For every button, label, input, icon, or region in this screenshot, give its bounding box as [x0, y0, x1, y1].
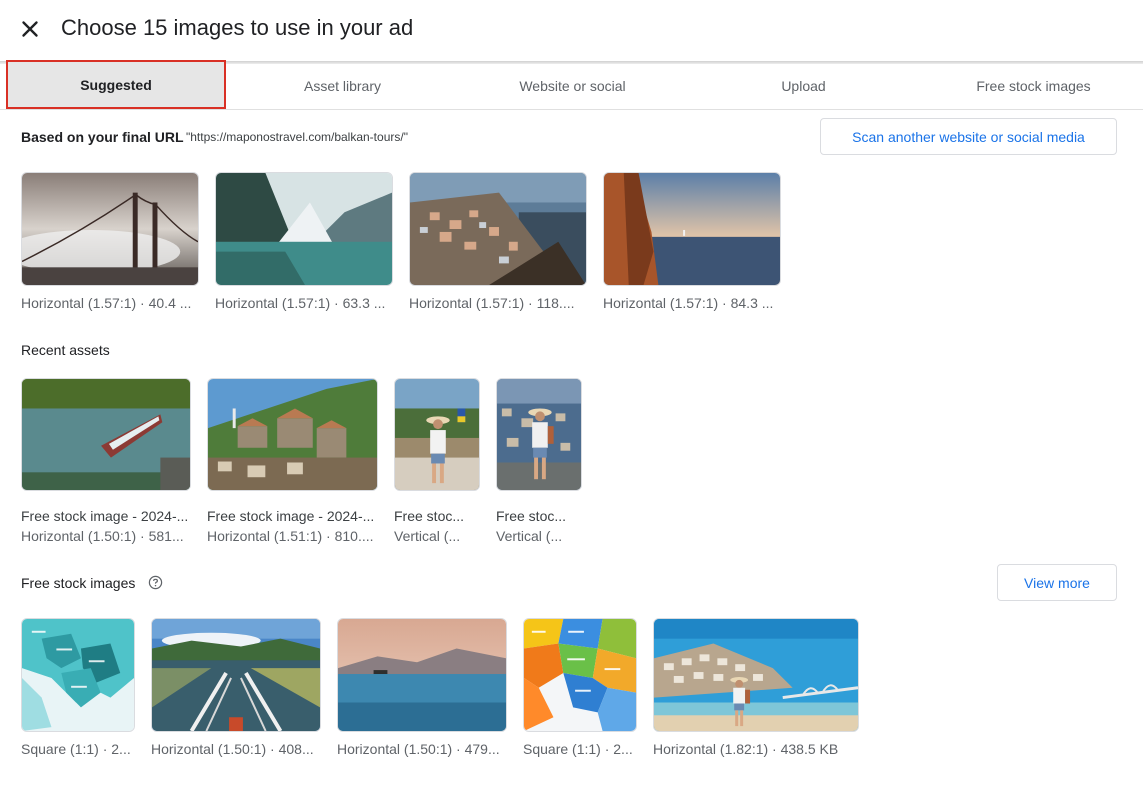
image-caption: Square (1:1) · 2... — [21, 741, 131, 757]
image-thumbnail[interactable] — [603, 172, 781, 286]
image-caption: Horizontal (1.50:1) · 581... — [21, 528, 184, 544]
image-thumbnail[interactable] — [409, 172, 587, 286]
tab-bar: Suggested Asset library Website or socia… — [0, 60, 1143, 110]
image-caption: Square (1:1) · 2... — [523, 741, 633, 757]
image-caption: Vertical (... — [394, 528, 461, 544]
tab-asset-library[interactable]: Asset library — [227, 62, 458, 109]
tab-free-stock-images[interactable]: Free stock images — [918, 62, 1143, 109]
scan-website-button[interactable]: Scan another website or social media — [820, 118, 1117, 155]
asset-name: Free stock image - 2024-... — [21, 508, 189, 524]
image-caption: Horizontal (1.50:1) · 479... — [337, 741, 500, 757]
image-caption: Horizontal (1.50:1) · 408... — [151, 741, 314, 757]
image-caption: Vertical (... — [496, 528, 563, 544]
image-caption: Horizontal (1.82:1) · 438.5 KB — [653, 741, 839, 757]
dialog-title: Choose 15 images to use in your ad — [61, 15, 414, 40]
asset-name: Free stoc... — [394, 508, 465, 524]
image-thumbnail[interactable] — [207, 378, 378, 491]
recent-section-title: Recent assets — [21, 342, 110, 358]
suggested-section-title: Based on your final URL — [21, 129, 184, 145]
tab-website-or-social[interactable]: Website or social — [457, 62, 688, 109]
image-thumbnail[interactable] — [496, 378, 582, 491]
image-thumbnail[interactable] — [523, 618, 637, 732]
tab-suggested[interactable]: Suggested — [6, 60, 226, 109]
image-caption: Horizontal (1.57:1) · 40.4 ... — [21, 295, 192, 311]
tab-upload[interactable]: Upload — [688, 62, 919, 109]
image-caption: Horizontal (1.51:1) · 810.... — [207, 528, 374, 544]
image-thumbnail[interactable] — [394, 378, 480, 491]
close-icon[interactable] — [17, 16, 43, 42]
image-caption: Horizontal (1.57:1) · 84.3 ... — [603, 295, 774, 311]
image-thumbnail[interactable] — [21, 618, 135, 732]
image-thumbnail[interactable] — [151, 618, 321, 732]
asset-name: Free stoc... — [496, 508, 567, 524]
asset-name: Free stock image - 2024-... — [207, 508, 375, 524]
final-url: "https://maponostravel.com/balkan-tours/… — [186, 130, 408, 144]
image-caption: Horizontal (1.57:1) · 118.... — [409, 295, 575, 311]
stock-section-title: Free stock images — [21, 575, 136, 591]
view-more-button[interactable]: View more — [997, 564, 1117, 601]
image-thumbnail[interactable] — [21, 378, 191, 491]
image-thumbnail[interactable] — [21, 172, 199, 286]
image-thumbnail[interactable] — [653, 618, 859, 732]
image-thumbnail[interactable] — [215, 172, 393, 286]
help-circle-icon[interactable] — [148, 575, 163, 590]
image-caption: Horizontal (1.57:1) · 63.3 ... — [215, 295, 386, 311]
image-thumbnail[interactable] — [337, 618, 507, 732]
dialog-header: Choose 15 images to use in your ad — [0, 0, 1143, 64]
